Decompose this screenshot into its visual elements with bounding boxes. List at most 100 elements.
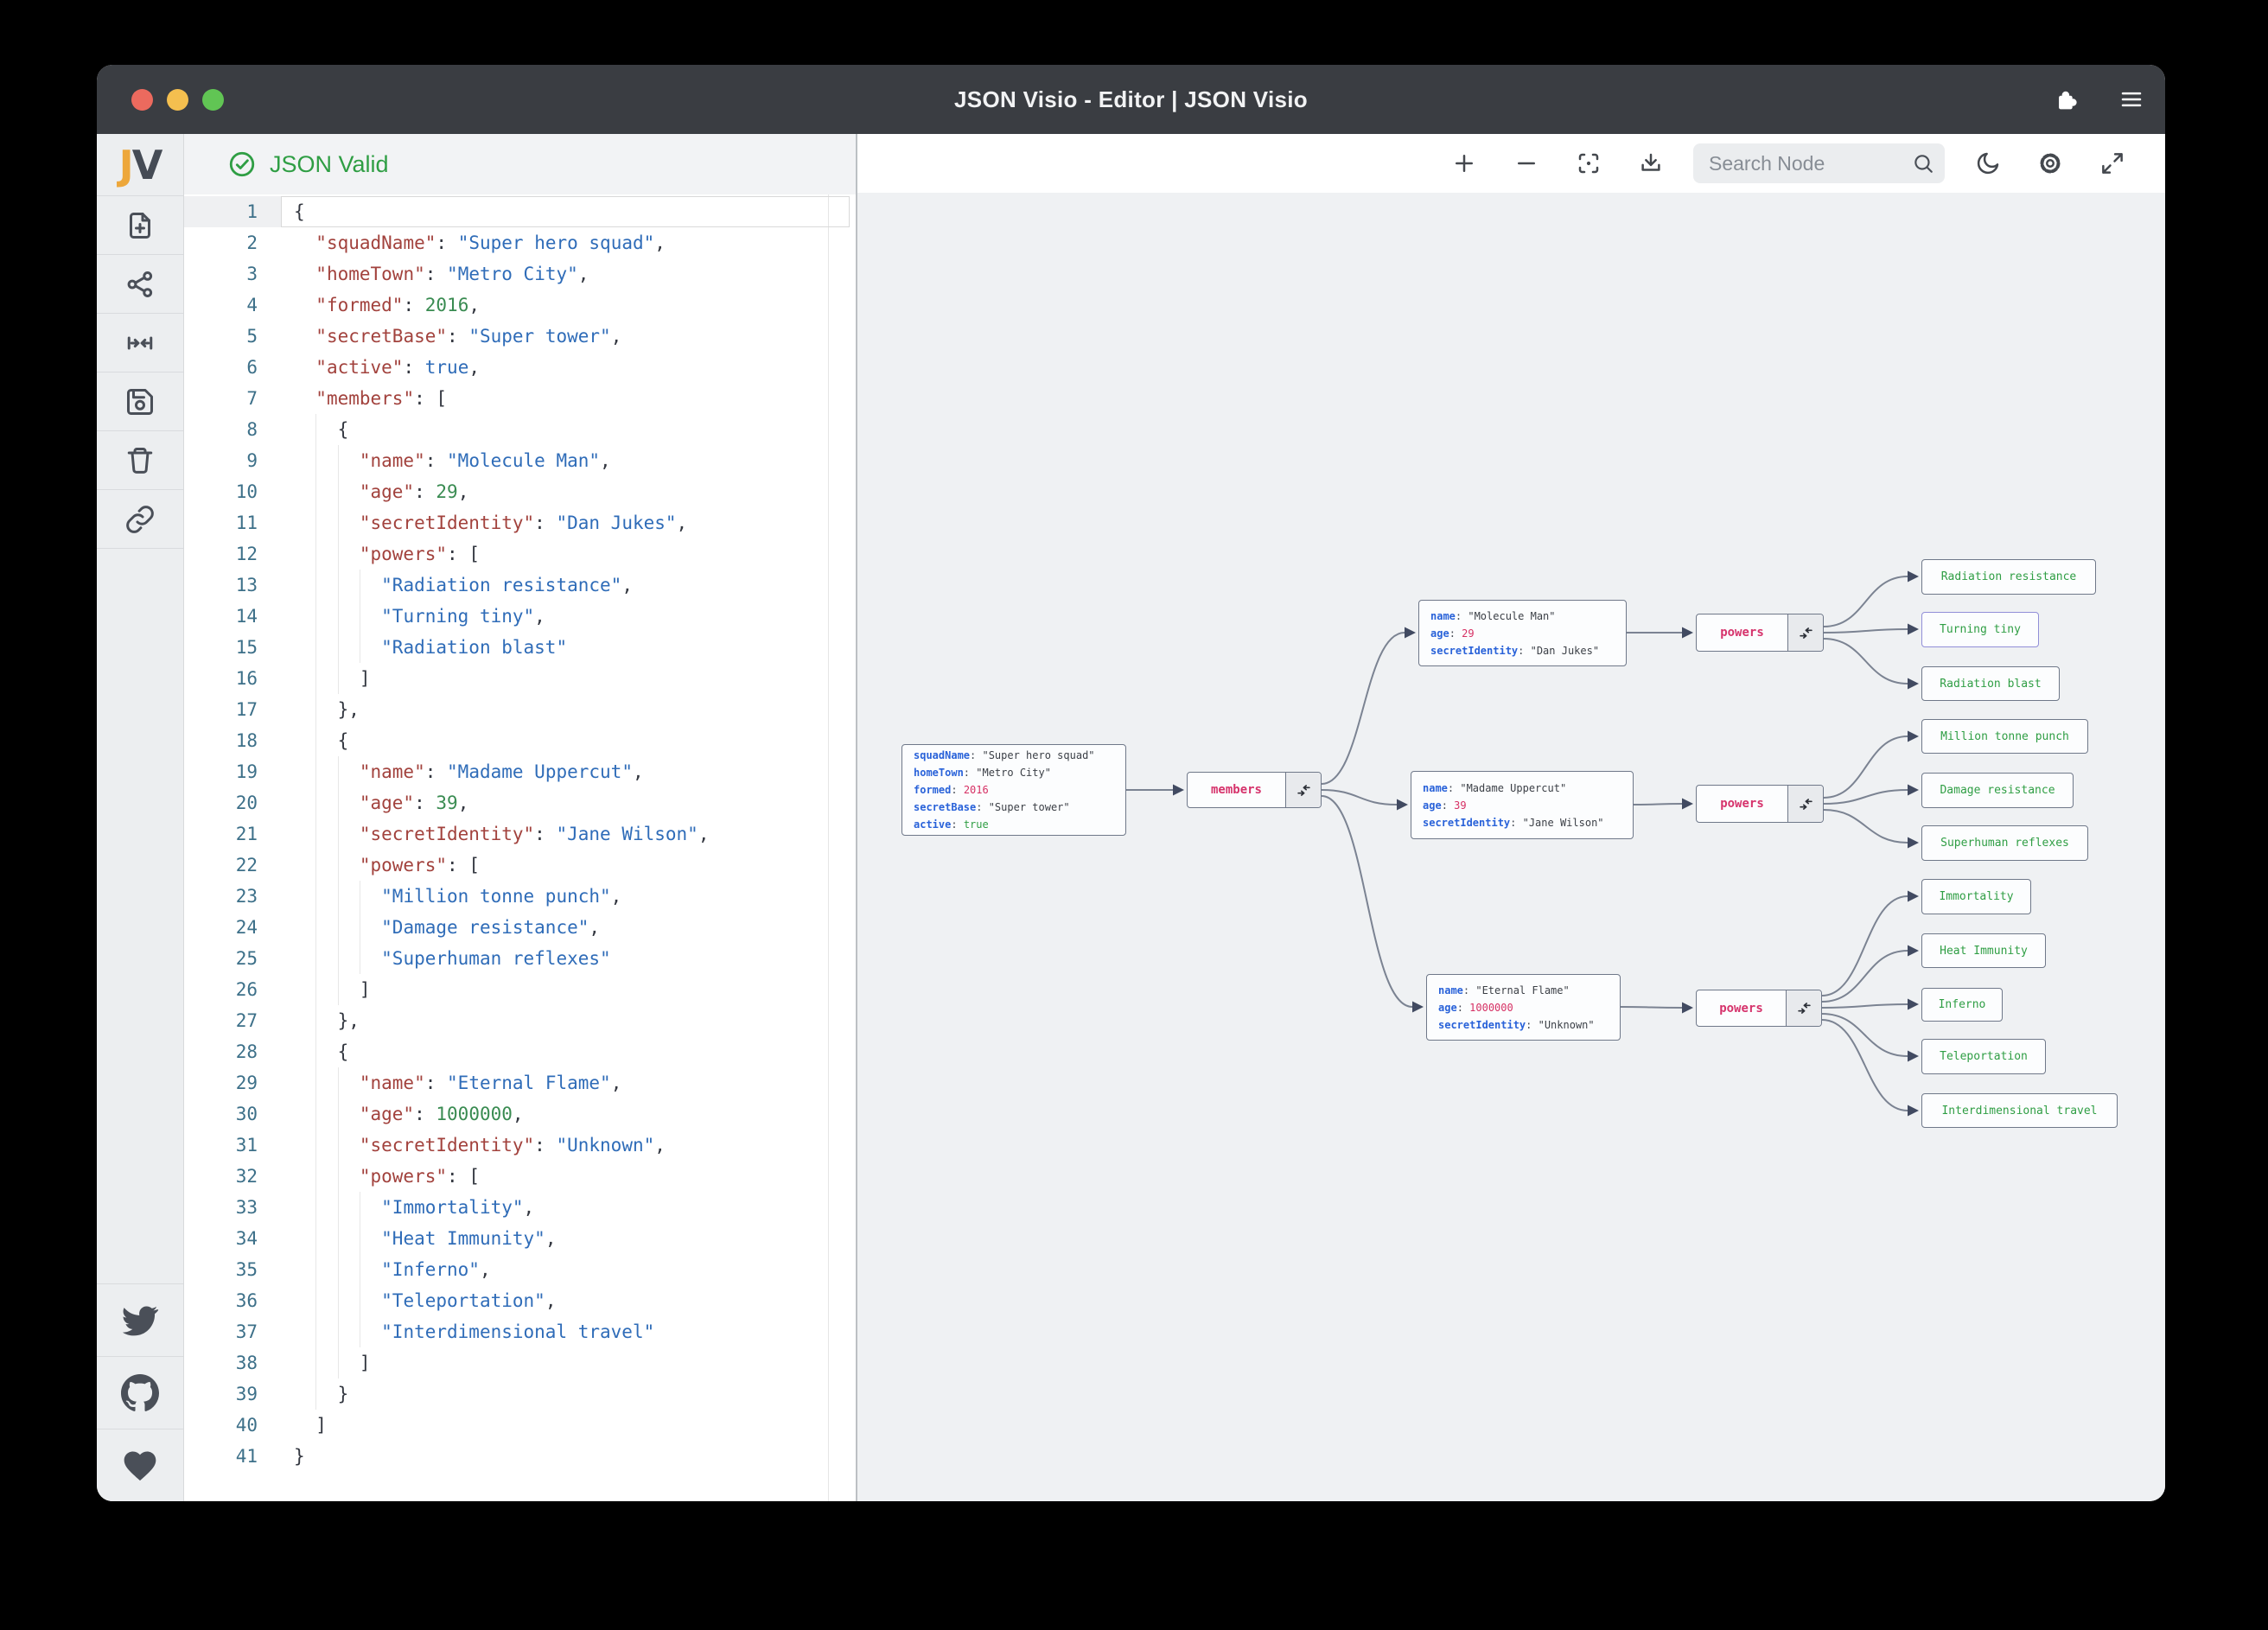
edge-arrow xyxy=(1412,1001,1424,1013)
line-number: 32 xyxy=(235,1166,258,1187)
editor-line: 19 "name": "Madame Uppercut", xyxy=(184,756,856,787)
code-line[interactable]: ] xyxy=(281,974,850,1005)
code-line[interactable]: "formed": 2016, xyxy=(281,290,850,321)
code-line[interactable]: "secretIdentity": "Unknown", xyxy=(281,1130,850,1161)
node-label: powers xyxy=(1720,797,1764,811)
graph-node-leaf-damage-resistance[interactable]: Damage resistance xyxy=(1921,773,2074,808)
node-label: Turning tiny xyxy=(1940,623,2021,636)
code-line[interactable]: } xyxy=(281,1378,850,1410)
code-line[interactable]: "homeTown": "Metro City", xyxy=(281,258,850,290)
code-line[interactable]: } xyxy=(281,1441,850,1472)
editor-line: 24 "Damage resistance", xyxy=(184,912,856,943)
graph-node-leaf-inferno[interactable]: Inferno xyxy=(1921,988,2003,1022)
code-line[interactable]: "Turning tiny", xyxy=(281,601,850,632)
graph-node-root[interactable]: squadName: "Super hero squad" homeTown: "… xyxy=(901,744,1126,836)
collapse-node-button[interactable] xyxy=(1285,773,1321,807)
collapse-node-button[interactable] xyxy=(1787,786,1823,822)
zoom-out-button[interactable] xyxy=(1507,144,1545,183)
edge-arrow xyxy=(1908,784,1919,796)
code-line[interactable]: "secretIdentity": "Dan Jukes", xyxy=(281,507,850,538)
code-line[interactable]: }, xyxy=(281,694,850,725)
graph-node-leaf-interdimensional-travel[interactable]: Interdimensional travel xyxy=(1921,1093,2118,1128)
code-line[interactable]: { xyxy=(281,414,850,445)
code-line[interactable]: "members": [ xyxy=(281,383,850,414)
collapse-node-button[interactable] xyxy=(1787,614,1823,651)
new-file-button[interactable] xyxy=(97,196,183,255)
delete-button[interactable] xyxy=(97,431,183,490)
code-line[interactable]: "active": true, xyxy=(281,352,850,383)
code-line[interactable]: "powers": [ xyxy=(281,538,850,570)
search-node-input[interactable] xyxy=(1709,151,1912,175)
code-line[interactable]: "powers": [ xyxy=(281,850,850,881)
theme-toggle-button[interactable] xyxy=(1968,144,2007,183)
code-line[interactable]: "name": "Eternal Flame", xyxy=(281,1067,850,1098)
code-line[interactable]: "Inferno", xyxy=(281,1254,850,1285)
share-link-button[interactable] xyxy=(97,490,183,549)
code-line[interactable]: "Million tonne punch", xyxy=(281,881,850,912)
graph-node-member-1[interactable]: name: "Molecule Man" age: 29 secretIdentit… xyxy=(1418,600,1627,666)
graph-node-powers-3[interactable]: powers xyxy=(1696,990,1822,1027)
code-line[interactable]: "name": "Madame Uppercut", xyxy=(281,756,850,787)
code-line[interactable]: "Interdimensional travel" xyxy=(281,1316,850,1347)
code-line[interactable]: "secretIdentity": "Jane Wilson", xyxy=(281,818,850,850)
code-line[interactable]: "Radiation resistance", xyxy=(281,570,850,601)
graph-node-powers-1[interactable]: powers xyxy=(1696,614,1824,652)
code-line[interactable]: }, xyxy=(281,1005,850,1036)
code-line[interactable]: { xyxy=(281,725,850,756)
code-line[interactable]: "Immortality", xyxy=(281,1192,850,1223)
download-button[interactable] xyxy=(1631,144,1670,183)
focus-button[interactable] xyxy=(1569,144,1608,183)
code-line[interactable]: "name": "Molecule Man", xyxy=(281,445,850,476)
graph-node-leaf-immortality[interactable]: Immortality xyxy=(1921,879,2031,914)
graph-node-leaf-teleportation[interactable]: Teleportation xyxy=(1921,1039,2046,1074)
code-line[interactable]: "age": 39, xyxy=(281,787,850,818)
save-button[interactable] xyxy=(97,372,183,431)
collapse-node-button[interactable] xyxy=(1786,990,1821,1026)
layout-button[interactable] xyxy=(97,255,183,314)
graph-node-leaf-million-tonne-punch[interactable]: Million tonne punch xyxy=(1921,719,2088,754)
code-line[interactable]: { xyxy=(281,196,850,227)
settings-button[interactable] xyxy=(2030,144,2069,183)
code-line[interactable]: "powers": [ xyxy=(281,1161,850,1192)
editor-line: 8 { xyxy=(184,414,856,445)
collapse-icon xyxy=(1799,798,1812,810)
graph-node-leaf-heat-immunity[interactable]: Heat Immunity xyxy=(1921,933,2046,968)
code-line[interactable]: ] xyxy=(281,663,850,694)
code-line[interactable]: "secretBase": "Super tower", xyxy=(281,321,850,352)
menu-button[interactable] xyxy=(2118,86,2144,112)
extensions-button[interactable] xyxy=(2053,85,2082,114)
code-line[interactable]: { xyxy=(281,1036,850,1067)
graph-canvas[interactable]: squadName: "Super hero squad" homeTown: "… xyxy=(857,193,2165,1501)
code-line[interactable]: "squadName": "Super hero squad", xyxy=(281,227,850,258)
code-line[interactable]: "age": 29, xyxy=(281,476,850,507)
fullscreen-button[interactable] xyxy=(2093,144,2131,183)
graph-node-powers-2[interactable]: powers xyxy=(1696,785,1824,823)
graph-node-leaf-radiation-blast[interactable]: Radiation blast xyxy=(1921,666,2060,701)
code-line[interactable]: "Heat Immunity", xyxy=(281,1223,850,1254)
json-editor[interactable]: 1{2 "squadName": "Super hero squad", 3 "h… xyxy=(184,194,856,1501)
code-line[interactable]: "Radiation blast" xyxy=(281,632,850,663)
editor-line: 16 ] xyxy=(184,663,856,694)
fold-horizontal-icon xyxy=(127,336,153,349)
center-view-button[interactable] xyxy=(97,314,183,372)
app-logo[interactable]: JV xyxy=(97,134,183,196)
graph-node-member-2[interactable]: name: "Madame Uppercut" age: 39 secretIden… xyxy=(1411,771,1634,839)
expand-icon xyxy=(2101,153,2123,174)
twitter-link[interactable] xyxy=(97,1283,183,1356)
code-line[interactable]: "Superhuman reflexes" xyxy=(281,943,850,974)
sponsor-link[interactable] xyxy=(97,1429,183,1501)
code-line[interactable]: "Teleportation", xyxy=(281,1285,850,1316)
github-link[interactable] xyxy=(97,1356,183,1429)
graph-node-leaf-radiation-resistance[interactable]: Radiation resistance xyxy=(1921,559,2096,595)
code-line[interactable]: "age": 1000000, xyxy=(281,1098,850,1130)
code-line[interactable]: "Damage resistance", xyxy=(281,912,850,943)
graph-node-leaf-turning-tiny[interactable]: Turning tiny xyxy=(1921,612,2039,647)
code-line[interactable]: ] xyxy=(281,1347,850,1378)
graph-node-leaf-superhuman-reflexes[interactable]: Superhuman reflexes xyxy=(1921,825,2088,861)
graph-node-members[interactable]: members xyxy=(1187,772,1322,808)
graph-node-member-3[interactable]: name: "Eternal Flame" age: 1000000 secretI… xyxy=(1426,974,1621,1041)
node-label: powers xyxy=(1719,1001,1763,1016)
code-line[interactable]: ] xyxy=(281,1410,850,1441)
editor-line: 10 "age": 29, xyxy=(184,476,856,507)
zoom-in-button[interactable] xyxy=(1444,144,1483,183)
